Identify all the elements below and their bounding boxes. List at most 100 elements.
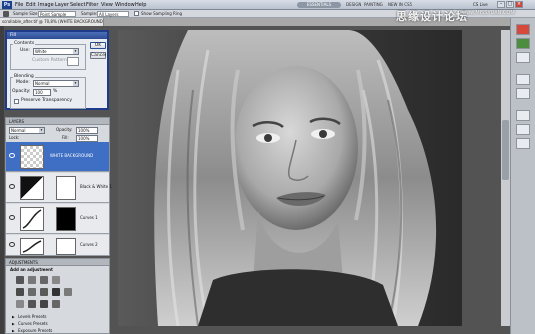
masks-panel-icon[interactable] <box>516 88 530 99</box>
menu-layer[interactable]: Layer <box>55 1 69 9</box>
menu-help[interactable]: Help <box>135 1 146 9</box>
menu-edit[interactable]: Edit <box>26 1 36 9</box>
canvas-scrollbar[interactable] <box>501 30 510 326</box>
workspace-essentials[interactable]: ESSENTIALS <box>297 2 341 8</box>
layer-row-curves-2[interactable]: Curves 2 <box>6 235 109 256</box>
menu-view[interactable]: View <box>101 1 113 9</box>
invert-icon[interactable] <box>16 300 24 308</box>
contents-label: Contents <box>13 41 36 46</box>
layer-row-black-white[interactable]: Black & White 1 <box>6 173 112 203</box>
lock-label: Lock: <box>9 135 20 140</box>
channels-panel-icon[interactable] <box>516 124 530 135</box>
brightness-icon[interactable] <box>16 276 24 284</box>
opacity-unit: % <box>53 89 58 94</box>
adjustment-icon <box>20 176 44 200</box>
custom-pattern-swatch <box>67 57 79 66</box>
layer-opacity-value: 100% <box>78 128 90 133</box>
curves-icon[interactable] <box>40 276 48 284</box>
layer-row-curves-1[interactable]: Curves 1 <box>6 204 109 234</box>
menu-file[interactable]: File <box>15 1 23 9</box>
layers-panel-icon[interactable] <box>516 110 530 121</box>
tools-strip <box>0 26 4 334</box>
curves-presets[interactable]: Curves Presets <box>10 321 108 327</box>
posterize-icon[interactable] <box>28 300 36 308</box>
layer-row-white-background[interactable]: WHITE BACKGROUND <box>6 142 109 172</box>
levels-presets[interactable]: Levels Presets <box>10 314 108 320</box>
opacity-label: Opacity: <box>12 89 31 94</box>
visibility-eye-icon[interactable] <box>9 242 15 247</box>
mode-select[interactable]: Normal ▾ <box>33 80 79 87</box>
cs-live-button[interactable]: CS Live <box>473 1 488 9</box>
panel-dock <box>510 18 535 334</box>
close-button[interactable]: × <box>515 1 523 8</box>
swatches-panel-icon[interactable] <box>516 38 530 49</box>
custom-pattern-label: Custom Pattern: <box>32 58 69 63</box>
adjustments-panel: ADJUSTMENTS Add an adjustment Levels Pre… <box>5 258 110 334</box>
mode-value: Normal <box>35 81 50 86</box>
exposure-icon[interactable] <box>52 276 60 284</box>
layers-tab[interactable]: LAYERS <box>6 118 109 125</box>
document-tab[interactable]: scrollable_after.tif @ 70,8% (WHITE BACK… <box>0 18 104 26</box>
fill-value: 100% <box>78 136 90 141</box>
portrait-image <box>118 30 462 326</box>
preserve-transparency-label: Preserve Transparency <box>21 98 72 103</box>
layer-thumbnail <box>20 145 44 169</box>
exposure-presets[interactable]: Exposure Presets <box>10 328 108 334</box>
curves-adjustment-icon <box>20 207 44 231</box>
use-value: White <box>35 49 47 54</box>
watermark-text: 思缘设计论坛 <box>396 10 468 23</box>
photo-filter-icon[interactable] <box>64 288 72 296</box>
preserve-transparency-checkbox[interactable] <box>14 99 19 104</box>
adjustments-tab[interactable]: ADJUSTMENTS <box>6 259 109 266</box>
opacity-input[interactable]: 100 <box>33 89 51 96</box>
blend-mode-value: Normal <box>11 128 26 133</box>
workspace-design[interactable]: DESIGN <box>346 2 361 8</box>
menu-window[interactable]: Window <box>115 1 135 9</box>
opacity-value: 100 <box>35 90 43 95</box>
visibility-eye-icon[interactable] <box>9 215 15 220</box>
gradient-map-icon[interactable] <box>52 300 60 308</box>
chevron-down-icon: ▾ <box>73 49 78 54</box>
layer-name: Curves 2 <box>80 242 98 247</box>
styles-panel-icon[interactable] <box>516 52 530 63</box>
show-ring-checkbox[interactable] <box>134 11 139 16</box>
use-select[interactable]: White ▾ <box>33 48 79 55</box>
layer-mask-thumbnail <box>56 238 76 255</box>
maximize-button[interactable]: □ <box>506 1 514 8</box>
layers-panel: LAYERS Normal ▾ Opacity: 100% Lock: Fill:… <box>5 117 112 256</box>
layer-opacity-input[interactable]: 100% <box>76 127 98 134</box>
menu-image[interactable]: Image <box>38 1 54 9</box>
fill-input[interactable]: 100% <box>76 135 98 142</box>
paths-panel-icon[interactable] <box>516 138 530 149</box>
vibrance-icon[interactable] <box>16 288 24 296</box>
canvas-photo[interactable] <box>118 30 462 326</box>
hue-saturation-icon[interactable] <box>28 288 36 296</box>
adjustments-panel-icon[interactable] <box>516 74 530 85</box>
levels-icon[interactable] <box>28 276 36 284</box>
minimize-button[interactable]: – <box>497 1 505 8</box>
cancel-button[interactable]: Cancel <box>90 52 106 59</box>
menu-select[interactable]: Select <box>70 1 85 9</box>
photoshop-logo: Ps <box>2 1 12 9</box>
visibility-eye-icon[interactable] <box>9 153 15 158</box>
color-panel-icon[interactable] <box>516 24 530 35</box>
workspace-painting[interactable]: PAINTING <box>364 2 383 8</box>
layer-mask-thumbnail <box>56 176 76 200</box>
fill-dialog: Fill Contents Use: White ▾ Custom Pattern… <box>5 30 109 110</box>
sample-label: Sample: <box>81 11 98 16</box>
threshold-icon[interactable] <box>40 300 48 308</box>
add-adjustment-heading: Add an adjustment <box>10 267 53 272</box>
chevron-down-icon: ▾ <box>73 81 78 86</box>
mode-label: Mode: <box>16 80 30 85</box>
fill-dialog-title: Fill <box>7 32 107 39</box>
sample-select[interactable]: All Layers <box>97 11 129 17</box>
sample-size-select[interactable]: Point Sample <box>38 11 76 17</box>
eyedropper-icon[interactable] <box>3 11 9 17</box>
blend-mode-select[interactable]: Normal ▾ <box>9 127 45 134</box>
scrollbar-thumb[interactable] <box>502 120 509 180</box>
color-balance-icon[interactable] <box>40 288 48 296</box>
visibility-eye-icon[interactable] <box>9 184 15 189</box>
menu-filter[interactable]: Filter <box>86 1 98 9</box>
black-white-icon[interactable] <box>52 288 60 296</box>
ok-button[interactable]: OK <box>90 42 106 49</box>
